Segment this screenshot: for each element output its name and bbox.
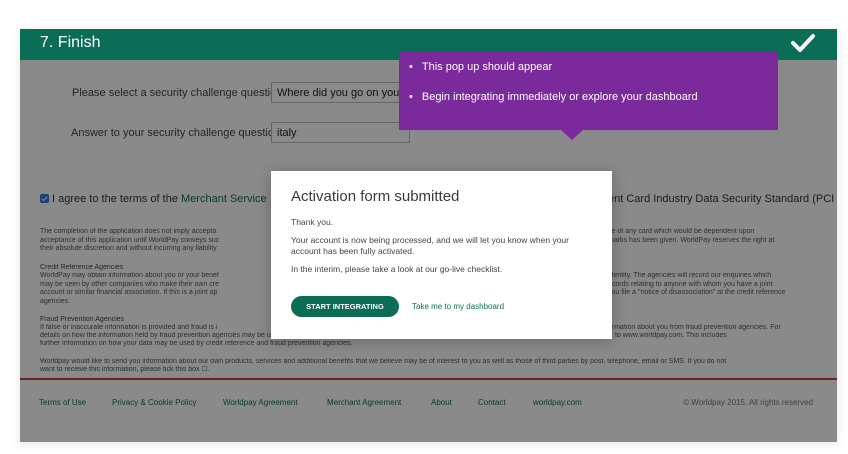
dialog-interim-message: In the interim, please take a look at ou…: [291, 264, 503, 274]
callout-bullet-text: This pop up should appear: [421, 61, 553, 73]
dashboard-link[interactable]: Take me to my dashboard: [412, 302, 504, 311]
bullet-icon: •: [409, 91, 413, 103]
callout-bullet: • This pop up should appear: [409, 61, 552, 73]
callout-bullet-text: Begin integrating immediately or explore…: [421, 91, 698, 103]
dialog-processing-message: Your account is now being processed, and…: [291, 235, 569, 256]
annotation-callout: • This pop up should appear • Begin integr…: [399, 52, 778, 140]
start-integrating-button[interactable]: START INTEGRATING: [291, 296, 399, 317]
activation-dialog: Activation form submitted Thank you. You…: [271, 171, 612, 339]
step-title: 7. Finish: [40, 34, 101, 51]
dialog-thank-you: Thank you.: [291, 217, 334, 227]
callout-pointer: [561, 130, 583, 140]
checkmark-icon: [791, 33, 815, 58]
bullet-icon: •: [409, 61, 413, 73]
callout-bullet: • Begin integrating immediately or explor…: [409, 91, 698, 103]
dialog-title: Activation form submitted: [291, 188, 460, 205]
